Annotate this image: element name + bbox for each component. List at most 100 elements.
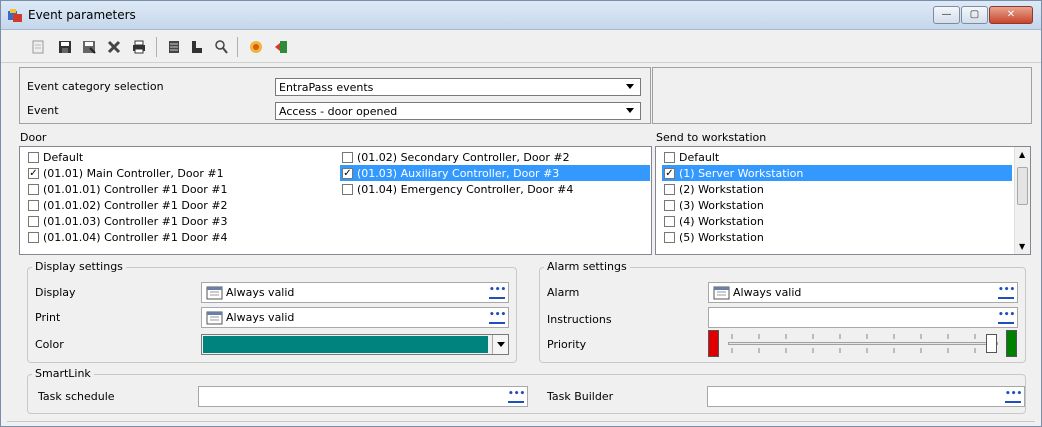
checkbox[interactable]: [664, 199, 675, 211]
event-select[interactable]: Access - door opened: [275, 102, 641, 120]
checkbox[interactable]: [28, 231, 39, 243]
priority-ticks: [731, 334, 976, 353]
list-item[interactable]: (01.01.04) Controller #1 Door #4: [28, 229, 228, 245]
checkbox[interactable]: [28, 199, 39, 211]
list-item-label: (01.01.04) Controller #1 Door #4: [43, 230, 228, 244]
save-as-icon[interactable]: [79, 37, 99, 57]
list-item-label: (01.01.02) Controller #1 Door #2: [43, 198, 228, 212]
new-icon[interactable]: [28, 37, 48, 57]
display-label: Display: [35, 286, 76, 299]
checkbox[interactable]: [664, 183, 675, 195]
display-field[interactable]: Always valid •••: [201, 282, 509, 303]
print-field[interactable]: Always valid •••: [201, 307, 509, 328]
link-icon[interactable]: [187, 37, 207, 57]
door-list[interactable]: Default ✓ (01.01) Main Controller, Door #…: [19, 146, 652, 255]
list-item-selected[interactable]: ✓ (01.03) Auxiliary Controller, Door #3: [340, 165, 650, 181]
workstation-list[interactable]: Default ✓ (1) Server Workstation (2) Work…: [655, 146, 1031, 255]
ellipsis-button[interactable]: •••: [489, 311, 506, 324]
checkbox[interactable]: ✓: [664, 167, 675, 179]
ellipsis-button[interactable]: •••: [998, 286, 1015, 299]
list-item-label: (01.02) Secondary Controller, Door #2: [357, 150, 570, 164]
checkbox[interactable]: [664, 151, 675, 163]
list-item[interactable]: (01.04) Emergency Controller, Door #4: [342, 181, 573, 197]
list-item[interactable]: (4) Workstation: [664, 213, 764, 229]
checkbox[interactable]: [664, 231, 675, 243]
chevron-down-icon: [626, 84, 634, 89]
door-label: Door: [20, 131, 47, 144]
alarm-label: Alarm: [547, 286, 580, 299]
workstation-scrollbar[interactable]: ▲ ▼: [1014, 147, 1030, 254]
maximize-button[interactable]: ▢: [961, 6, 988, 24]
window-title: Event parameters: [28, 8, 136, 22]
delete-icon[interactable]: [104, 37, 124, 57]
workstation-label: Send to workstation: [656, 131, 767, 144]
ellipsis-button[interactable]: •••: [1005, 390, 1022, 403]
alarm-settings-title: Alarm settings: [544, 260, 630, 273]
list-item-label: Default: [679, 150, 720, 164]
list-item[interactable]: ✓ (01.01) Main Controller, Door #1: [28, 165, 224, 181]
list-item-label: (3) Workstation: [679, 198, 764, 212]
list-item[interactable]: (01.01.03) Controller #1 Door #3: [28, 213, 228, 229]
event-parameters-window: Event parameters — ▢ ✕ Event category se…: [0, 0, 1042, 427]
instructions-label: Instructions: [547, 313, 612, 326]
color-dropdown-button[interactable]: [492, 335, 508, 354]
alarm-field[interactable]: Always valid •••: [708, 282, 1018, 303]
close-button[interactable]: ✕: [989, 6, 1033, 24]
print-icon[interactable]: [129, 37, 149, 57]
list-item[interactable]: (3) Workstation: [664, 197, 764, 213]
list-icon[interactable]: [164, 37, 184, 57]
list-item-selected[interactable]: ✓ (1) Server Workstation: [662, 165, 1012, 181]
instructions-field[interactable]: •••: [708, 307, 1018, 328]
list-item-label: (01.01) Main Controller, Door #1: [43, 166, 224, 180]
list-item-label: Default: [43, 150, 84, 164]
list-item[interactable]: (5) Workstation: [664, 229, 764, 245]
list-item[interactable]: Default: [664, 149, 719, 165]
ellipsis-button[interactable]: •••: [508, 390, 525, 403]
ellipsis-button[interactable]: •••: [489, 286, 506, 299]
task-schedule-field[interactable]: •••: [198, 386, 528, 407]
priority-slider-thumb[interactable]: [986, 334, 997, 353]
empty-panel: [652, 67, 1032, 124]
checkbox[interactable]: ✓: [28, 167, 39, 179]
exit-icon[interactable]: [271, 37, 291, 57]
ellipsis-button[interactable]: •••: [998, 311, 1015, 324]
list-item[interactable]: (01.02) Secondary Controller, Door #2: [342, 149, 570, 165]
print-value: Always valid: [226, 311, 295, 324]
color-swatch: [203, 336, 488, 353]
search-icon[interactable]: [211, 37, 231, 57]
event-label: Event: [27, 104, 59, 117]
list-item[interactable]: Default: [28, 149, 83, 165]
minimize-button[interactable]: —: [933, 6, 960, 24]
category-select[interactable]: EntraPass events: [275, 78, 641, 96]
checkbox[interactable]: ✓: [342, 167, 353, 179]
alarm-settings-group: Alarm settings Alarm Always valid ••• In…: [539, 260, 1026, 363]
alarm-value: Always valid: [733, 286, 802, 299]
scroll-thumb[interactable]: [1017, 167, 1028, 205]
list-item[interactable]: (01.01.01) Controller #1 Door #1: [28, 181, 228, 197]
scroll-down-icon[interactable]: ▼: [1019, 242, 1025, 251]
task-builder-field[interactable]: •••: [707, 386, 1025, 407]
category-label: Event category selection: [27, 80, 164, 93]
list-item[interactable]: (01.01.02) Controller #1 Door #2: [28, 197, 228, 213]
checkbox[interactable]: [664, 215, 675, 227]
category-select-value: EntraPass events: [279, 81, 374, 94]
scroll-up-icon[interactable]: ▲: [1019, 150, 1025, 159]
color-select[interactable]: [201, 334, 509, 355]
reload-icon[interactable]: [246, 37, 266, 57]
list-item-label: (01.01.03) Controller #1 Door #3: [43, 214, 228, 228]
list-item-label: (4) Workstation: [679, 214, 764, 228]
list-item-label: (01.03) Auxiliary Controller, Door #3: [357, 166, 560, 180]
app-icon: [8, 9, 22, 22]
save-icon[interactable]: [55, 37, 75, 57]
checkbox[interactable]: [342, 151, 353, 163]
priority-slider[interactable]: [728, 331, 998, 355]
list-item-label: (01.04) Emergency Controller, Door #4: [357, 182, 574, 196]
task-schedule-label: Task schedule: [38, 390, 115, 403]
chevron-down-icon: [626, 108, 634, 113]
calendar-icon: [713, 286, 730, 300]
checkbox[interactable]: [28, 151, 39, 163]
checkbox[interactable]: [28, 183, 39, 195]
list-item[interactable]: (2) Workstation: [664, 181, 764, 197]
checkbox[interactable]: [342, 183, 353, 195]
checkbox[interactable]: [28, 215, 39, 227]
